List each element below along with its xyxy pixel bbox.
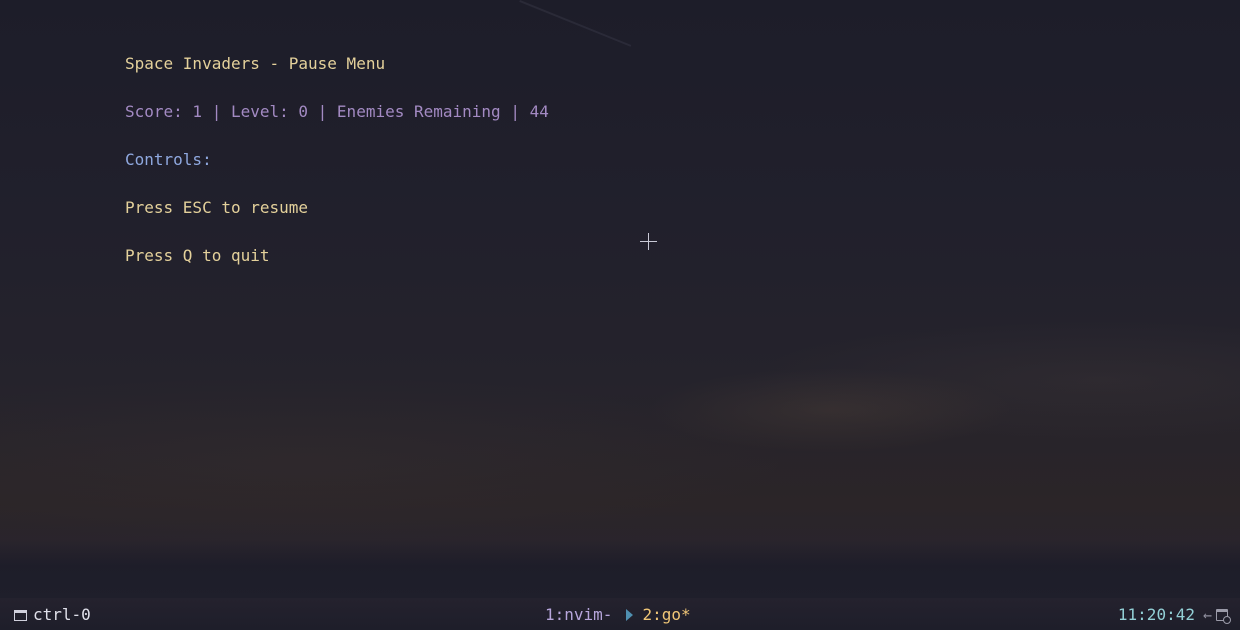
resume-instruction: Press ESC to resume <box>125 198 309 217</box>
game-stats: Score: 1 | Level: 0 | Enemies Remaining … <box>125 102 549 121</box>
quit-instruction: Press Q to quit <box>125 246 270 265</box>
active-window-arrow-icon <box>626 609 634 621</box>
window-tab-nvim[interactable]: 1:nvim- <box>545 600 612 630</box>
controls-heading: Controls: <box>125 150 212 169</box>
tmux-status-bar: ctrl-0 1:nvim- 2:go* 11:20:42 ← <box>0 600 1240 630</box>
background-horizon <box>0 540 1240 598</box>
clock: 11:20:42 <box>1117 605 1195 624</box>
calendar-clock-icon <box>1216 609 1231 624</box>
arrow-left-icon: ← <box>1202 606 1212 624</box>
pause-menu: Space Invaders - Pause Menu Score: 1 | L… <box>125 52 549 292</box>
pause-menu-title: Space Invaders - Pause Menu <box>125 54 386 73</box>
session-name: ctrl-0 <box>33 605 91 624</box>
session-indicator[interactable]: ctrl-0 <box>14 600 91 630</box>
window-tab-go[interactable]: 2:go* <box>642 600 690 630</box>
mouse-crosshair-cursor <box>640 233 657 250</box>
status-right: 11:20:42 ← <box>1117 600 1231 630</box>
window-list: 1:nvim- 2:go* <box>545 600 691 630</box>
window-icon <box>14 609 27 621</box>
background-streak <box>519 0 632 47</box>
